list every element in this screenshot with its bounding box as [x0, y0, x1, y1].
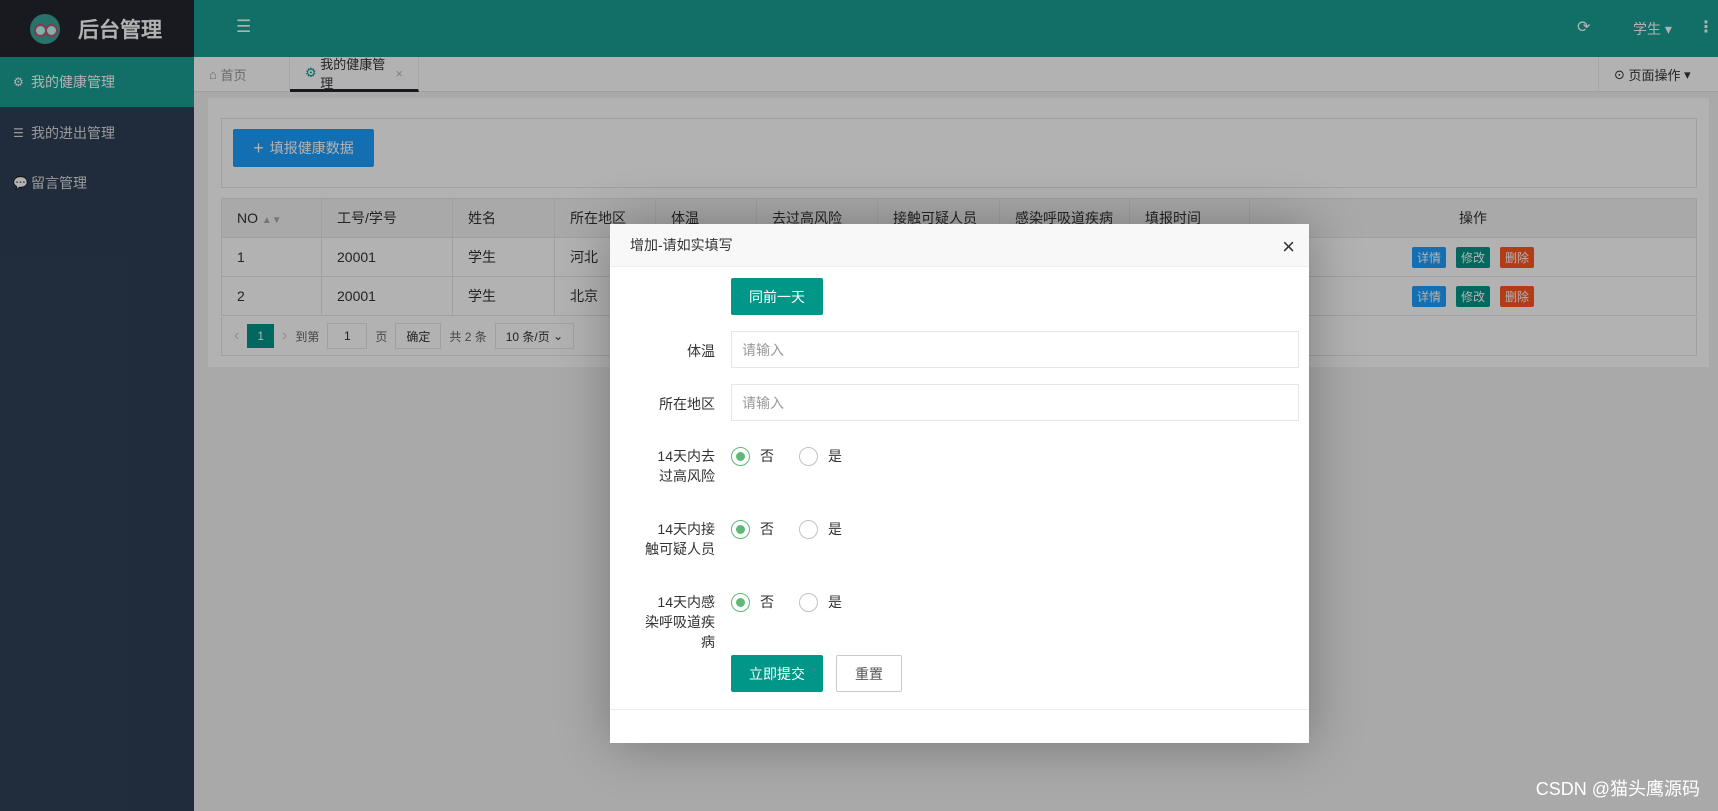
radio-unchecked-icon [799, 446, 818, 466]
submit-button[interactable]: 立即提交 [731, 655, 823, 692]
radio-checked-icon [731, 446, 750, 466]
radio-unchecked-icon [799, 592, 818, 612]
temp-label: 体温 [687, 343, 715, 359]
modal-header: 增加-请如实填写 [610, 224, 1309, 267]
q2-no-radio[interactable]: 否 [731, 519, 774, 539]
q2-label: 14天内接触可疑人员 [645, 521, 715, 557]
same-as-yesterday-button[interactable]: 同前一天 [731, 278, 823, 315]
temperature-input[interactable] [731, 331, 1299, 368]
q3-label: 14天内感染呼吸道疾病 [645, 594, 715, 650]
modal-title: 增加-请如实填写 [630, 237, 733, 253]
add-health-modal: 增加-请如实填写 × 同前一天 体温 所在地区 14天内去过高风险 否 是 14… [610, 224, 1309, 743]
q3-yes-radio[interactable]: 是 [799, 592, 842, 612]
reset-button[interactable]: 重置 [836, 655, 902, 692]
region-input[interactable] [731, 384, 1299, 421]
region-label: 所在地区 [659, 396, 715, 412]
radio-checked-icon [731, 519, 750, 539]
q1-yes-radio[interactable]: 是 [799, 446, 842, 466]
modal-footer-divider [610, 709, 1309, 710]
q1-label: 14天内去过高风险 [657, 448, 715, 484]
close-icon[interactable]: × [1282, 234, 1295, 260]
q2-yes-radio[interactable]: 是 [799, 519, 842, 539]
radio-unchecked-icon [799, 519, 818, 539]
q3-no-radio[interactable]: 否 [731, 592, 774, 612]
q1-no-radio[interactable]: 否 [731, 446, 774, 466]
radio-checked-icon [731, 592, 750, 612]
watermark: CSDN @猫头鹰源码 [1535, 779, 1700, 799]
